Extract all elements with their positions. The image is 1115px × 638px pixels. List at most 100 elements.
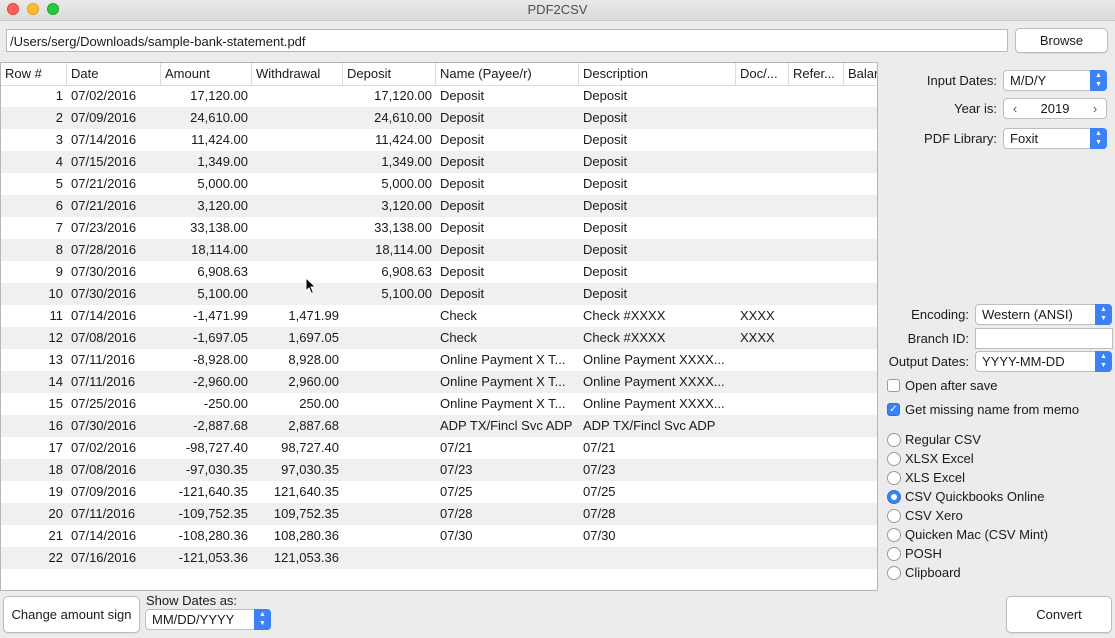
cell-name: Deposit: [440, 198, 485, 213]
table-row[interactable]: 7 07/23/2016 33,138.00 33,138.00 Deposit Depo…: [1, 217, 877, 239]
column-header-row-num[interactable]: Row #: [1, 63, 67, 85]
cell-description: Deposit: [583, 286, 628, 301]
format-label[interactable]: XLS Excel: [905, 470, 965, 485]
cell-row-num: 2: [55, 110, 63, 125]
title-bar: PDF2CSV: [0, 0, 1115, 21]
cell-row-num: 20: [48, 506, 63, 521]
cell-name: 07/25: [440, 484, 473, 499]
chevron-right-icon[interactable]: ›: [1086, 99, 1104, 118]
cell-doc: [736, 195, 789, 217]
table-row[interactable]: 10 07/30/2016 5,100.00 5,100.00 Deposit Depos…: [1, 283, 877, 305]
format-label[interactable]: Regular CSV: [905, 432, 981, 447]
format-label[interactable]: Quicken Mac (CSV Mint): [905, 527, 1048, 542]
column-header-reference[interactable]: Refer...: [789, 63, 844, 85]
cell-description: Online Payment XXXX...: [583, 352, 725, 367]
chevron-left-icon[interactable]: ‹: [1006, 99, 1024, 118]
format-radio-csv-xero[interactable]: [887, 509, 901, 523]
cell-description: Deposit: [583, 132, 628, 147]
table-row[interactable]: 5 07/21/2016 5,000.00 5,000.00 Deposit Deposi…: [1, 173, 877, 195]
cell-date: 07/30/2016: [71, 418, 137, 433]
cell-description: 07/21: [583, 440, 616, 455]
encoding-select[interactable]: Western (ANSI) ▲ ▼: [975, 304, 1112, 325]
cell-withdrawal: [252, 85, 343, 107]
table-row[interactable]: 18 07/08/2016 -97,030.35 97,030.35 07/23 07/2…: [1, 459, 877, 481]
cell-reference: [789, 173, 844, 195]
format-label[interactable]: CSV Xero: [905, 508, 963, 523]
open-after-save-checkbox[interactable]: [887, 379, 900, 392]
cell-row-num: 16: [48, 418, 63, 433]
input-dates-select[interactable]: M/D/Y ▲ ▼: [1003, 70, 1107, 91]
format-label[interactable]: Clipboard: [905, 565, 961, 580]
cell-amount: 5,000.00: [197, 176, 248, 191]
cell-name: Online Payment X T...: [440, 396, 566, 411]
chevron-updown-icon: ▲ ▼: [254, 609, 271, 630]
cell-deposit: [343, 547, 436, 569]
table-row[interactable]: 15 07/25/2016 -250.00 250.00 Online Payment …: [1, 393, 877, 415]
cell-row-num: 7: [55, 220, 63, 235]
missing-name-checkbox[interactable]: ✓: [887, 403, 900, 416]
input-dates-value: M/D/Y: [1010, 73, 1047, 88]
format-radio-xls-excel[interactable]: [887, 471, 901, 485]
cell-withdrawal: 98,727.40: [281, 440, 339, 455]
column-header-amount[interactable]: Amount: [161, 63, 252, 85]
table-row[interactable]: 14 07/11/2016 -2,960.00 2,960.00 Online Paym…: [1, 371, 877, 393]
column-header-name[interactable]: Name (Payee/r): [436, 63, 579, 85]
pdf-path-field[interactable]: /Users/serg/Downloads/sample-bank-statem…: [6, 29, 1008, 52]
format-radio-csv-quickbooks-online[interactable]: [887, 490, 901, 504]
table-row[interactable]: 2 07/09/2016 24,610.00 24,610.00 Deposit Depo…: [1, 107, 877, 129]
table-row[interactable]: 1 07/02/2016 17,120.00 17,120.00 Deposit Depo…: [1, 85, 877, 107]
column-header-doc[interactable]: Doc/...: [736, 63, 789, 85]
format-radio-posh[interactable]: [887, 547, 901, 561]
table-row[interactable]: 9 07/30/2016 6,908.63 6,908.63 Deposit Deposi…: [1, 261, 877, 283]
cell-date: 07/16/2016: [71, 550, 137, 565]
format-label[interactable]: POSH: [905, 546, 942, 561]
table-row[interactable]: 17 07/02/2016 -98,727.40 98,727.40 07/21 07/2…: [1, 437, 877, 459]
table-row[interactable]: 4 07/15/2016 1,349.00 1,349.00 Deposit Deposi…: [1, 151, 877, 173]
column-header-description[interactable]: Description: [579, 63, 736, 85]
cell-deposit: [343, 349, 436, 371]
format-radio-quicken-mac-csv-mint[interactable]: [887, 528, 901, 542]
transactions-table[interactable]: Row # Date Amount Withdrawal Deposit Name (Pa…: [0, 62, 878, 591]
table-row[interactable]: 8 07/28/2016 18,114.00 18,114.00 Deposit Depo…: [1, 239, 877, 261]
cell-deposit: 3,120.00: [381, 198, 432, 213]
table-row[interactable]: 6 07/21/2016 3,120.00 3,120.00 Deposit Deposi…: [1, 195, 877, 217]
cell-amount: -109,752.35: [178, 506, 248, 521]
pdf-library-select[interactable]: Foxit ▲ ▼: [1003, 128, 1107, 149]
column-header-withdrawal[interactable]: Withdrawal: [252, 63, 343, 85]
table-row[interactable]: 20 07/11/2016 -109,752.35 109,752.35 07/28 07…: [1, 503, 877, 525]
table-row[interactable]: 13 07/11/2016 -8,928.00 8,928.00 Online Paym…: [1, 349, 877, 371]
browse-button[interactable]: Browse: [1015, 28, 1108, 53]
convert-button[interactable]: Convert: [1006, 596, 1112, 633]
table-row[interactable]: 3 07/14/2016 11,424.00 11,424.00 Deposit Depo…: [1, 129, 877, 151]
format-label[interactable]: XLSX Excel: [905, 451, 974, 466]
cell-doc: [736, 217, 789, 239]
cell-name: Deposit: [440, 132, 485, 147]
year-stepper[interactable]: ‹ 2019 ›: [1003, 98, 1107, 119]
table-row[interactable]: 21 07/14/2016 -108,280.36 108,280.36 07/30 07…: [1, 525, 877, 547]
branch-id-input[interactable]: [975, 328, 1113, 349]
format-radio-clipboard[interactable]: [887, 566, 901, 580]
format-radio-regular-csv[interactable]: [887, 433, 901, 447]
change-amount-sign-button[interactable]: Change amount sign: [3, 596, 140, 633]
missing-name-label: Get missing name from memo: [905, 402, 1080, 417]
column-header-balance[interactable]: Balar: [844, 63, 877, 85]
cell-description: 07/25: [583, 484, 616, 499]
cell-deposit: 24,610.00: [374, 110, 432, 125]
cell-withdrawal: 121,640.35: [273, 484, 339, 499]
format-radio-xlsx-excel[interactable]: [887, 452, 901, 466]
table-row[interactable]: 19 07/09/2016 -121,640.35 121,640.35 07/25 07…: [1, 481, 877, 503]
format-label[interactable]: CSV Quickbooks Online: [905, 489, 1044, 504]
column-header-date[interactable]: Date: [67, 63, 161, 85]
cell-row-num: 5: [55, 176, 63, 191]
show-dates-select[interactable]: MM/DD/YYYY ▲ ▼: [145, 609, 271, 630]
cell-reference: [789, 261, 844, 283]
output-dates-select[interactable]: YYYY-MM-DD ▲ ▼: [975, 351, 1112, 372]
column-header-deposit[interactable]: Deposit: [343, 63, 436, 85]
cell-row-num: 1: [55, 88, 63, 103]
table-row[interactable]: 11 07/14/2016 -1,471.99 1,471.99 Check Check …: [1, 305, 877, 327]
cell-name: [436, 547, 579, 569]
cell-amount: 18,114.00: [191, 242, 248, 257]
table-row[interactable]: 12 07/08/2016 -1,697.05 1,697.05 Check Check …: [1, 327, 877, 349]
table-row[interactable]: 16 07/30/2016 -2,887.68 2,887.68 ADP TX/Finc…: [1, 415, 877, 437]
table-row[interactable]: 22 07/16/2016 -121,053.36 121,053.36: [1, 547, 877, 569]
